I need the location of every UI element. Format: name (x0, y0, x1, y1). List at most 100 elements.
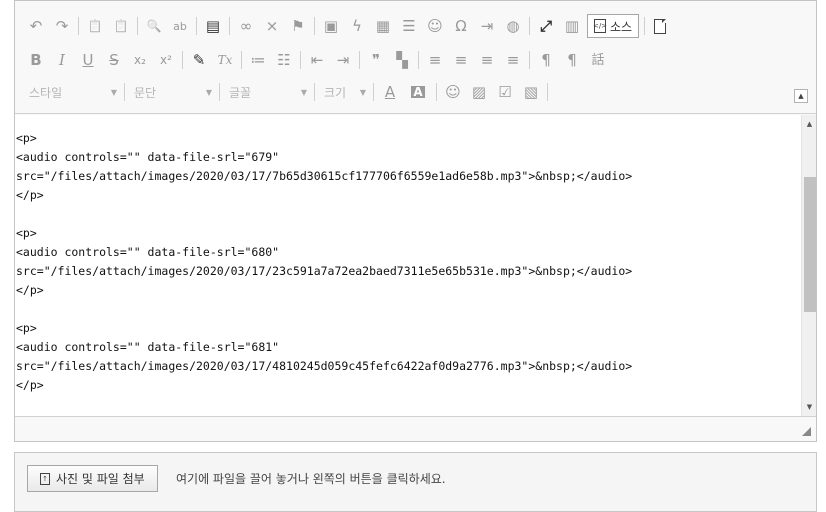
toolbar-separator (547, 83, 548, 101)
outdent-icon[interactable]: ⇤ (304, 47, 330, 73)
paragraph-combo[interactable]: 문단 ▼ (128, 81, 216, 103)
toolbar-separator (373, 83, 374, 101)
subscript-button[interactable]: x₂ (127, 47, 153, 73)
toolbar-separator (219, 83, 220, 101)
font-combo[interactable]: 글꼴 ▼ (223, 81, 311, 103)
remove-format-icon[interactable]: Tx (212, 47, 238, 73)
toolbar-separator (418, 51, 419, 69)
table-icon[interactable]: ▦ (370, 13, 396, 39)
source-button-label: 소스 (610, 19, 633, 34)
file-attach-area[interactable]: ↑ 사진 및 파일 첨부 여기에 파일을 끌어 놓거나 왼쪽의 버튼을 클릭하세… (14, 452, 817, 512)
source-editing-area[interactable]: <p> <audio controls="" data-file-srl="67… (15, 115, 801, 416)
attach-button-label: 사진 및 파일 첨부 (56, 472, 145, 486)
flash-icon[interactable]: ϟ (344, 13, 370, 39)
special-char-icon[interactable]: Ω (448, 13, 474, 39)
bulleted-list-icon[interactable]: ☷ (271, 47, 297, 73)
paste-word-icon[interactable]: 📋 (108, 13, 134, 39)
toolbar-separator (300, 51, 301, 69)
align-center-icon[interactable]: ≡ (448, 47, 474, 73)
toolbar-separator (314, 17, 315, 35)
replace-icon[interactable]: ab (167, 13, 193, 39)
scroll-down-icon[interactable]: ▼ (802, 400, 817, 414)
toolbar-separator (241, 51, 242, 69)
text-direction-ltr-icon[interactable]: ¶ (533, 47, 559, 73)
paste-text-icon[interactable]: 📋 (82, 13, 108, 39)
indent-icon[interactable]: ⇥ (330, 47, 356, 73)
undo-icon[interactable]: ↶ (23, 13, 49, 39)
style-combo[interactable]: 스타일 ▼ (23, 81, 121, 103)
show-blocks-icon[interactable]: ▥ (559, 13, 585, 39)
attach-file-button[interactable]: ↑ 사진 및 파일 첨부 (27, 465, 158, 492)
image-icon[interactable]: ▣ (318, 13, 344, 39)
chevron-down-icon: ▼ (300, 87, 307, 97)
scrollbar-thumb[interactable] (804, 177, 816, 312)
toolbar-separator (314, 83, 315, 101)
toolbar-row-3: 스타일 ▼ 문단 ▼ 글꼴 ▼ 크기 ▼ A A ☺ ▨ ☑ ▧ (23, 79, 551, 105)
source-button[interactable]: </> 소스 (587, 14, 640, 38)
collapse-toolbar-icon[interactable]: ▲ (794, 89, 808, 103)
gallery-icon[interactable]: ▧ (518, 79, 544, 105)
blockquote-icon[interactable]: ❞ (363, 47, 389, 73)
editor-footer (15, 416, 816, 441)
editor-toolbar: ↶ ↷ 📋 📋 🔍 ab ▤ ∞ ⨯ ⚑ ▣ ϟ ▦ ☰ ☺ Ω ⇥ ◍ ⤢ ▥ (15, 1, 816, 114)
chevron-down-icon: ▼ (110, 87, 117, 97)
superscript-button[interactable]: x² (153, 47, 179, 73)
align-right-icon[interactable]: ≡ (474, 47, 500, 73)
toolbar-separator (78, 17, 79, 35)
maximize-icon[interactable]: ⤢ (533, 13, 559, 39)
paragraph-combo-label: 문단 (134, 85, 157, 100)
font-combo-label: 글꼴 (229, 85, 252, 100)
vertical-scrollbar[interactable]: ▲ ▼ (801, 115, 816, 416)
resize-handle-icon[interactable] (802, 427, 811, 436)
source-code-text[interactable]: <p> <audio controls="" data-file-srl="67… (15, 115, 801, 395)
toolbar-separator (229, 17, 230, 35)
toolbar-row-1: ↶ ↷ 📋 📋 🔍 ab ▤ ∞ ⨯ ⚑ ▣ ϟ ▦ ☰ ☺ Ω ⇥ ◍ ⤢ ▥ (23, 13, 667, 39)
chevron-down-icon: ▼ (205, 87, 212, 97)
smiley-icon[interactable]: ☺ (422, 13, 448, 39)
language-icon[interactable]: 話 (585, 47, 611, 73)
toolbar-separator (644, 17, 646, 35)
upload-icon: ↑ (40, 472, 50, 485)
unlink-icon[interactable]: ⨯ (259, 13, 285, 39)
size-combo-label: 크기 (324, 85, 347, 100)
horizontal-rule-icon[interactable]: ☰ (396, 13, 422, 39)
justify-icon[interactable]: ≡ (500, 47, 526, 73)
bg-color-icon[interactable]: A (403, 79, 433, 105)
text-direction-rtl-icon[interactable]: ¶ (559, 47, 585, 73)
align-left-icon[interactable]: ≡ (422, 47, 448, 73)
checkbox-icon[interactable]: ☑ (492, 79, 518, 105)
iframe-icon[interactable]: ◍ (500, 13, 526, 39)
underline-button[interactable]: U (75, 47, 101, 73)
find-icon[interactable]: 🔍 (141, 13, 167, 39)
toolbar-separator (137, 17, 138, 35)
text-color-icon[interactable]: A (377, 79, 403, 105)
toolbar-separator (436, 83, 437, 101)
copy-format-icon[interactable]: ✎ (186, 47, 212, 73)
bold-button[interactable]: B (23, 47, 49, 73)
wysiwyg-editor: ↶ ↷ 📋 📋 🔍 ab ▤ ∞ ⨯ ⚑ ▣ ϟ ▦ ☰ ☺ Ω ⇥ ◍ ⤢ ▥ (14, 0, 817, 442)
toolbar-separator (359, 51, 360, 69)
page-break-icon[interactable]: ⇥ (474, 13, 500, 39)
scroll-up-icon[interactable]: ▲ (802, 117, 817, 131)
emoji-icon[interactable]: ☺ (440, 79, 466, 105)
anchor-icon[interactable]: ⚑ (285, 13, 311, 39)
numbered-list-icon[interactable]: ≔ (245, 47, 271, 73)
drop-hint-text: 여기에 파일을 끌어 놓거나 왼쪽의 버튼을 클릭하세요. (176, 472, 446, 486)
toolbar-separator (196, 17, 197, 35)
div-container-icon[interactable]: ▚ (389, 47, 415, 73)
size-combo[interactable]: 크기 ▼ (318, 81, 370, 103)
italic-button[interactable]: I (49, 47, 75, 73)
link-icon[interactable]: ∞ (233, 13, 259, 39)
bg-color-glyph: A (411, 85, 425, 99)
new-page-icon[interactable] (654, 18, 667, 34)
strikethrough-button[interactable]: S (101, 47, 127, 73)
toolbar-separator (124, 83, 125, 101)
redo-icon[interactable]: ↷ (49, 13, 75, 39)
image-insert-icon[interactable]: ▨ (466, 79, 492, 105)
toolbar-separator (529, 17, 530, 35)
style-combo-label: 스타일 (29, 85, 63, 100)
toolbar-separator (182, 51, 183, 69)
chevron-down-icon: ▼ (359, 87, 366, 97)
template-icon[interactable]: ▤ (200, 13, 226, 39)
toolbar-row-2: B I U S x₂ x² ✎ Tx ≔ ☷ ⇤ ⇥ ❞ ▚ ≡ ≡ ≡ ≡ ¶… (23, 47, 611, 73)
